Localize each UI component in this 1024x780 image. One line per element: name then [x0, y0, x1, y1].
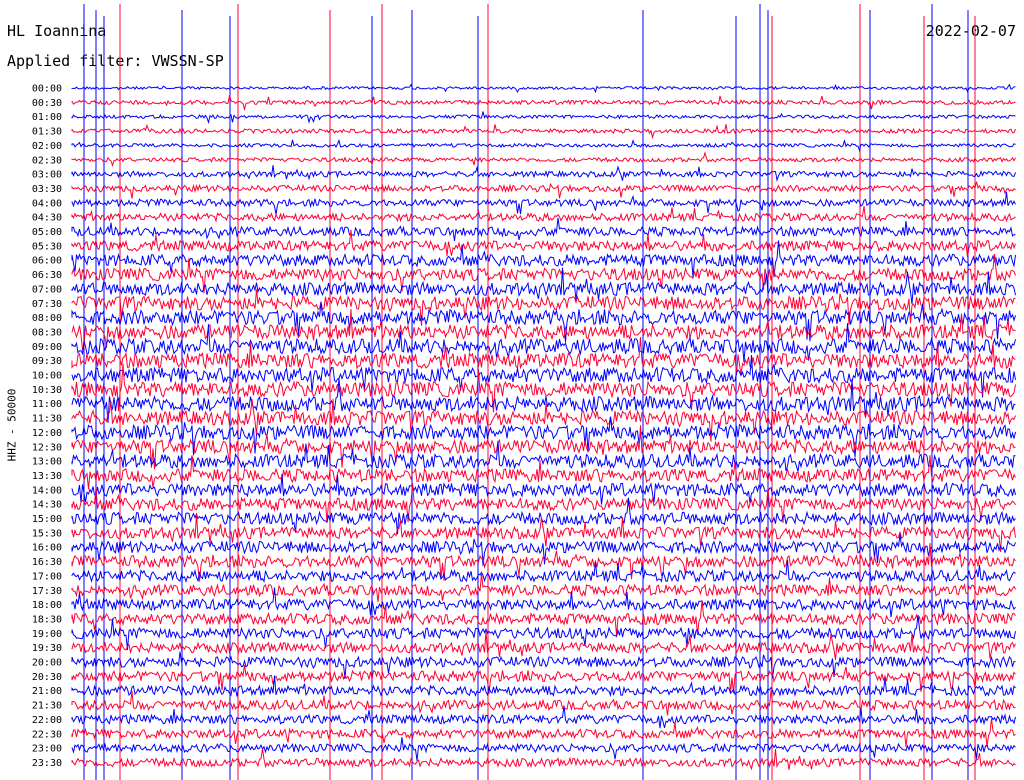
time-tick-label: 23:30: [32, 758, 62, 769]
seismogram-plot: 00:00 00:30 01:00 01:30 02:00 02:30 03:00 03:30…: [32, 4, 1016, 780]
time-tick-label: 09:30: [32, 356, 62, 367]
time-tick-label: 05:30: [32, 241, 62, 252]
trace-line: [71, 111, 1016, 125]
trace-line: [71, 95, 1016, 112]
time-tick-label: 21:30: [32, 701, 62, 712]
time-tick-label: 08:00: [32, 313, 62, 324]
trace-line: [71, 378, 1016, 423]
time-tick-label: 11:00: [32, 399, 62, 410]
time-tick-label: 22:30: [32, 729, 62, 740]
trace-line: [71, 123, 1016, 140]
trace-line: [71, 206, 1016, 223]
time-tick-label: 00:00: [32, 84, 62, 95]
trace-line: [71, 151, 1016, 168]
time-tick-label: 19:30: [32, 643, 62, 654]
time-tick-label: 06:00: [32, 256, 62, 267]
time-tick-label: 06:30: [32, 270, 62, 281]
trace-line: [71, 165, 1016, 182]
time-tick-label: 04:00: [32, 198, 62, 209]
time-tick-label: 12:30: [32, 442, 62, 453]
trace-line: [71, 138, 1016, 153]
time-tick-label: 11:30: [32, 414, 62, 425]
trace-line: [71, 229, 1016, 258]
trace-line: [71, 181, 1016, 199]
time-tick-label: 13:30: [32, 471, 62, 482]
time-tick-label: 04:30: [32, 213, 62, 224]
trace-line: [71, 191, 1016, 215]
time-tick-label: 00:30: [32, 98, 62, 109]
time-tick-label: 16:30: [32, 557, 62, 568]
time-tick-label: 18:00: [32, 600, 62, 611]
time-tick-label: 20:00: [32, 658, 62, 669]
time-tick-label: 22:00: [32, 715, 62, 726]
time-tick-label: 21:00: [32, 686, 62, 697]
time-tick-label: 01:00: [32, 112, 62, 123]
time-tick-label: 17:30: [32, 586, 62, 597]
time-tick-label: 07:30: [32, 299, 62, 310]
trace-line: [71, 737, 1016, 761]
time-tick-label: 08:30: [32, 327, 62, 338]
time-tick-label: 03:30: [32, 184, 62, 195]
trace-line: [71, 675, 1016, 698]
time-tick-label: 10:00: [32, 371, 62, 382]
time-tick-label: 20:30: [32, 672, 62, 683]
time-tick-label: 09:00: [32, 342, 62, 353]
time-tick-label: 05:00: [32, 227, 62, 238]
time-tick-label: 02:30: [32, 155, 62, 166]
trace-line: [71, 83, 1016, 94]
time-tick-label: 19:00: [32, 629, 62, 640]
time-tick-label: 16:00: [32, 543, 62, 554]
time-tick-label: 15:30: [32, 528, 62, 539]
time-tick-label: 02:00: [32, 141, 62, 152]
trace-line: [71, 289, 1016, 326]
time-tick-label: 14:00: [32, 485, 62, 496]
time-tick-label: 18:30: [32, 614, 62, 625]
time-tick-label: 15:00: [32, 514, 62, 525]
trace-line: [71, 651, 1016, 679]
time-tick-label: 17:00: [32, 571, 62, 582]
time-tick-label: 12:00: [32, 428, 62, 439]
trace-line: [71, 217, 1016, 242]
time-tick-label: 13:00: [32, 457, 62, 468]
time-tick-label: 03:00: [32, 170, 62, 181]
time-tick-label: 14:30: [32, 500, 62, 511]
time-tick-label: 23:00: [32, 744, 62, 755]
time-tick-label: 10:30: [32, 385, 62, 396]
time-tick-label: 01:30: [32, 127, 62, 138]
trace-line: [71, 748, 1016, 771]
trace-line: [71, 559, 1016, 583]
time-tick-label: 07:00: [32, 284, 62, 295]
